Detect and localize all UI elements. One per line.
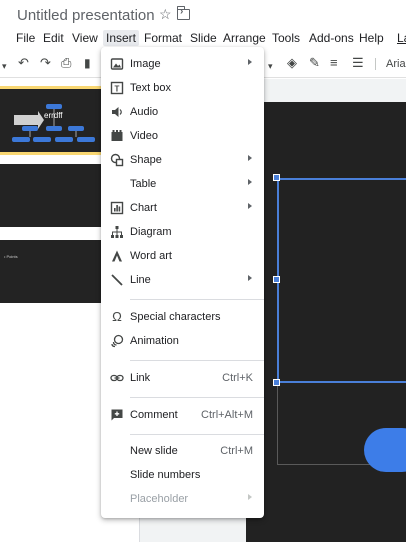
border-dash-icon[interactable]: ☰ [352, 56, 364, 70]
submenu-arrow-icon [248, 59, 252, 65]
insert-text-box-item[interactable]: T Text box [101, 77, 264, 99]
menu-last-edit[interactable]: La [394, 30, 406, 46]
insert-diagram-item[interactable]: Diagram [101, 221, 264, 243]
move-to-folder-icon[interactable] [176, 6, 190, 20]
resize-handle[interactable] [273, 276, 280, 283]
menu-file[interactable]: File [13, 30, 38, 46]
insert-shape-item[interactable]: Shape [101, 149, 264, 171]
submenu-arrow-icon [248, 203, 252, 209]
menu-bar: File Edit View Insert Format Slide Arran… [0, 28, 406, 48]
insert-word-art-item[interactable]: Word art [101, 245, 264, 267]
menu-tools[interactable]: Tools [269, 30, 303, 46]
submenu-arrow-icon [248, 179, 252, 185]
omega-icon: Ω [112, 309, 122, 324]
shortcut-label: Ctrl+Alt+M [201, 409, 253, 421]
insert-special-characters-item[interactable]: Ω Special characters [101, 306, 264, 328]
text-box-icon: T [110, 81, 124, 95]
submenu-arrow-icon [248, 275, 252, 281]
diagram-thumbnail [12, 104, 95, 142]
menu-slide[interactable]: Slide [187, 30, 220, 46]
insert-slide-numbers-item[interactable]: Slide numbers [101, 464, 264, 486]
video-icon [111, 130, 123, 141]
print-icon[interactable]: ⎙ [61, 56, 71, 70]
undo-icon[interactable]: ↶ [18, 56, 29, 70]
chart-icon [110, 201, 124, 215]
slide-thumbnail-1[interactable]: errdff [0, 86, 105, 155]
insert-line-item[interactable]: Line [101, 269, 264, 291]
menu-divider [130, 299, 264, 300]
menu-addons[interactable]: Add-ons [306, 30, 357, 46]
shape-icon [110, 153, 124, 167]
insert-placeholder-item: Placeholder [101, 488, 264, 510]
border-color-icon[interactable]: ✎ [309, 56, 320, 70]
resize-handle[interactable] [273, 379, 280, 386]
filmstrip: errdff • Points [0, 79, 105, 542]
selected-shape[interactable] [277, 178, 406, 383]
word-art-icon [112, 250, 122, 262]
border-weight-icon[interactable]: ≡ [330, 56, 338, 70]
shortcut-label: Ctrl+K [222, 372, 253, 384]
image-icon [110, 58, 124, 70]
menu-view[interactable]: View [69, 30, 101, 46]
insert-menu: Image T Text box Audio Video Shape Table… [101, 47, 264, 518]
insert-table-item[interactable]: Table [101, 173, 264, 195]
insert-image-item[interactable]: Image [101, 53, 264, 75]
slide-thumbnail-2[interactable] [0, 164, 102, 227]
thumbnail-text: • Points [4, 254, 18, 259]
insert-new-slide-item[interactable]: New slide Ctrl+M [101, 440, 264, 462]
fill-color-icon[interactable]: ◈ [287, 56, 297, 70]
paint-format-icon[interactable]: ▮ [84, 56, 91, 70]
animation-icon [111, 334, 124, 348]
title-bar: Untitled presentation ☆ [0, 0, 406, 28]
svg-text:T: T [115, 85, 120, 94]
submenu-arrow-icon [248, 494, 252, 500]
insert-audio-item[interactable]: Audio [101, 101, 264, 123]
menu-arrange[interactable]: Arrange [220, 30, 269, 46]
menu-edit[interactable]: Edit [40, 30, 67, 46]
add-comment-icon [111, 409, 123, 421]
chevron-down-icon[interactable]: ▾ [268, 59, 273, 73]
thumbnail-text: errdff [44, 111, 63, 120]
insert-link-item[interactable]: Link Ctrl+K [101, 367, 264, 389]
line-icon [111, 274, 123, 286]
diagram-icon [111, 226, 123, 238]
menu-divider [130, 434, 264, 435]
menu-format[interactable]: Format [141, 30, 185, 46]
shortcut-label: Ctrl+M [220, 445, 253, 457]
link-icon [110, 374, 124, 382]
chevron-down-icon[interactable]: ▾ [2, 59, 7, 73]
insert-animation-item[interactable]: Animation [101, 330, 264, 352]
star-icon[interactable]: ☆ [159, 6, 172, 23]
toolbar-divider [375, 58, 376, 70]
font-select[interactable]: Arial [386, 57, 406, 71]
resize-handle[interactable] [273, 174, 280, 181]
menu-divider [130, 360, 264, 361]
blue-shape[interactable] [364, 428, 406, 472]
placeholder-outline [277, 384, 278, 464]
menu-divider [130, 397, 264, 398]
insert-chart-item[interactable]: Chart [101, 197, 264, 219]
document-title[interactable]: Untitled presentation [17, 7, 155, 24]
menu-insert[interactable]: Insert [103, 30, 140, 46]
insert-comment-item[interactable]: Comment Ctrl+Alt+M [101, 404, 264, 426]
submenu-arrow-icon [248, 155, 252, 161]
redo-icon[interactable]: ↷ [40, 56, 51, 70]
audio-icon [112, 107, 122, 117]
slide-thumbnail-3[interactable]: • Points [0, 240, 102, 303]
insert-video-item[interactable]: Video [101, 125, 264, 147]
menu-help[interactable]: Help [356, 30, 387, 46]
